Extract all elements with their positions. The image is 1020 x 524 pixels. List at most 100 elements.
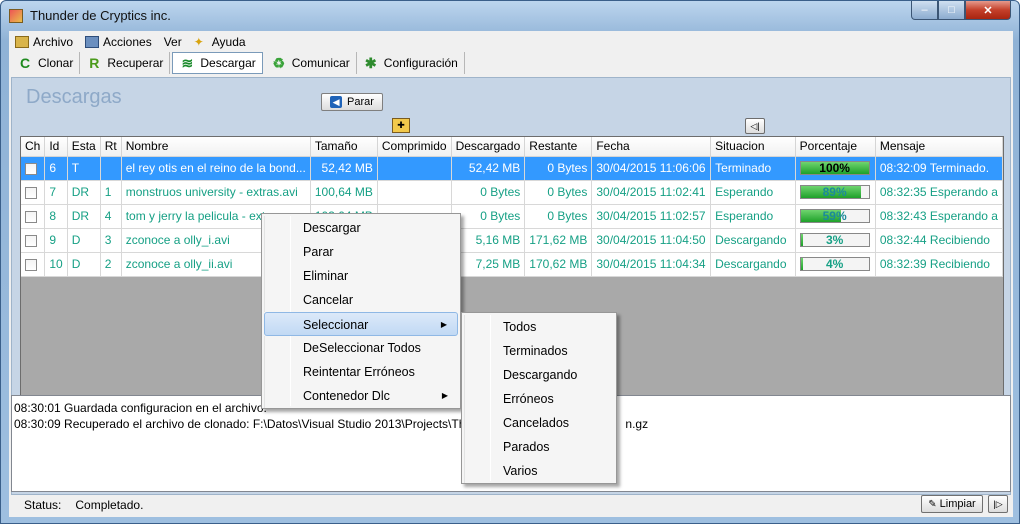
row-checkbox-cell bbox=[21, 180, 46, 205]
clonar-button[interactable]: C Clonar bbox=[11, 52, 81, 74]
col-situacion[interactable]: Situacion bbox=[710, 137, 796, 157]
limpiar-label: Limpiar bbox=[939, 498, 976, 510]
context-item[interactable]: Parar bbox=[264, 240, 458, 264]
cell-situacion: Esperando bbox=[710, 204, 796, 229]
close-button[interactable]: ✕ bbox=[965, 1, 1011, 20]
context-item[interactable]: Seleccionar ▶ bbox=[264, 312, 458, 336]
context-item[interactable]: Contenedor Dlc ▶ bbox=[264, 384, 458, 408]
cell-fecha: 30/04/2015 11:02:41 bbox=[591, 180, 712, 205]
cell-porcentaje: 89% bbox=[795, 180, 876, 205]
cell-porcentaje: 100% bbox=[795, 156, 876, 181]
cell-tamano: 100,64 MB bbox=[310, 180, 378, 205]
cell-mensaje: 08:32:09 Terminado. bbox=[875, 156, 1003, 181]
cell-estado: D bbox=[67, 228, 101, 253]
submenu-item[interactable]: Erróneos bbox=[464, 387, 614, 411]
configuracion-button[interactable]: ✱ Configuración bbox=[357, 52, 465, 74]
cell-situacion: Descargando bbox=[710, 252, 796, 277]
col-nombre[interactable]: Nombre bbox=[121, 137, 311, 157]
recover-icon: R bbox=[89, 55, 100, 71]
progress-bar: 100% bbox=[799, 161, 870, 175]
col-tamano[interactable]: Tamaño bbox=[310, 137, 378, 157]
col-estado[interactable]: Esta bbox=[67, 137, 101, 157]
progress-text: 89% bbox=[822, 185, 847, 199]
col-id[interactable]: Id bbox=[44, 137, 68, 157]
row-checkbox[interactable] bbox=[25, 210, 37, 223]
context-item[interactable]: Cancelar bbox=[264, 288, 458, 312]
recycle-icon: ♻ bbox=[272, 54, 286, 71]
context-item[interactable]: Descargar bbox=[264, 216, 458, 240]
submenu-item[interactable]: Todos bbox=[464, 315, 614, 339]
submenu-item[interactable]: Cancelados bbox=[464, 411, 614, 435]
row-checkbox[interactable] bbox=[25, 258, 37, 271]
row-checkbox-cell bbox=[21, 228, 46, 253]
col-mensaje[interactable]: Mensaje bbox=[875, 137, 1003, 157]
folder-icon[interactable]: ✚ bbox=[392, 118, 410, 133]
menu-ayuda[interactable]: ✦ Ayuda bbox=[188, 34, 252, 50]
cell-porcentaje: 59% bbox=[795, 204, 876, 229]
context-item-label: Parar bbox=[303, 245, 334, 259]
parar-label: Parar bbox=[347, 96, 374, 108]
col-fecha[interactable]: Fecha bbox=[591, 137, 712, 157]
table-row[interactable]: 8DR4tom y jerry la pelicula - extras103,… bbox=[21, 204, 1003, 229]
menu-archivo[interactable]: Archivo bbox=[9, 34, 79, 50]
col-restante[interactable]: Restante bbox=[524, 137, 593, 157]
context-item-label: Descargar bbox=[303, 221, 361, 235]
col-r[interactable]: Rt bbox=[100, 137, 122, 157]
submenu-arrow-icon: ▶ bbox=[441, 391, 448, 400]
cell-restante: 0 Bytes bbox=[524, 180, 593, 205]
parar-button[interactable]: ◀ Parar bbox=[321, 93, 383, 111]
table-row[interactable]: 10 D 2 zconoce a olly_ii.avi 7,25 MB 170,62 M… bbox=[21, 252, 1003, 277]
limpiar-button[interactable]: ✎ Limpiar bbox=[921, 495, 983, 513]
context-item[interactable]: Eliminar bbox=[264, 264, 458, 288]
maximize-button[interactable]: □ bbox=[938, 1, 965, 20]
progress-bar: 4% bbox=[799, 257, 870, 271]
progress-bar: 89% bbox=[799, 185, 870, 199]
expand-icon[interactable]: |▷ bbox=[988, 495, 1008, 513]
menu-acciones[interactable]: Acciones bbox=[79, 34, 158, 50]
cell-mensaje: 08:32:43 Esperando a bbox=[875, 204, 1003, 229]
configuracion-label: Configuración bbox=[383, 56, 458, 70]
cell-id: 10 bbox=[44, 252, 68, 277]
collapse-icon[interactable]: ◁| bbox=[745, 118, 765, 134]
app-window: Thunder de Cryptics inc. – □ ✕ Archivo A… bbox=[0, 0, 1020, 524]
recuperar-button[interactable]: R Recuperar bbox=[80, 52, 171, 74]
submenu-item[interactable]: Parados bbox=[464, 435, 614, 459]
cell-descargado: 0 Bytes bbox=[451, 180, 526, 205]
context-item[interactable]: Reintentar Erróneos bbox=[264, 360, 458, 384]
comunicar-button[interactable]: ♻ Comunicar bbox=[265, 52, 357, 74]
cell-r bbox=[100, 156, 122, 181]
cell-estado: DR bbox=[67, 204, 101, 229]
menu-ver[interactable]: Ver bbox=[158, 34, 188, 50]
submenu-item[interactable]: Varios bbox=[464, 459, 614, 483]
submenu-item[interactable]: Descargando bbox=[464, 363, 614, 387]
window-title: Thunder de Cryptics inc. bbox=[30, 8, 171, 23]
cell-descargado: 0 Bytes bbox=[451, 204, 526, 229]
cell-nombre: monstruos university - extras.avi bbox=[121, 180, 311, 205]
col-comprimido[interactable]: Comprimido bbox=[377, 137, 452, 157]
minimize-button[interactable]: – bbox=[911, 1, 938, 20]
descargar-button[interactable]: ≋ Descargar bbox=[172, 52, 263, 74]
table-row[interactable]: 6 Tel rey otis en el reino de la bond... 5… bbox=[21, 156, 1003, 181]
row-checkbox[interactable] bbox=[25, 234, 37, 247]
context-item[interactable]: DeSeleccionar Todos bbox=[264, 336, 458, 360]
col-ch[interactable]: Ch bbox=[21, 137, 46, 157]
row-checkbox[interactable] bbox=[25, 186, 37, 199]
row-checkbox[interactable] bbox=[25, 162, 37, 175]
cell-id: 6 bbox=[44, 156, 68, 181]
table-row[interactable]: 9 D 3 zconoce a olly_i.avi 5,16 MB 171,62 MB 3… bbox=[21, 228, 1003, 253]
title-bar[interactable]: Thunder de Cryptics inc. – □ ✕ bbox=[1, 1, 1019, 31]
cell-estado: DR bbox=[67, 180, 101, 205]
table-row[interactable]: 7 DR 1 monstruos university - extras.avi 100… bbox=[21, 180, 1003, 205]
cell-r: 1 bbox=[100, 180, 122, 205]
download-icon: ≋ bbox=[181, 54, 194, 71]
row-checkbox-cell bbox=[21, 204, 46, 229]
submenu-item[interactable]: Terminados bbox=[464, 339, 614, 363]
col-porcentaje[interactable]: Porcentaje bbox=[795, 137, 876, 157]
clone-icon: C bbox=[19, 55, 31, 71]
status-value: Completado. bbox=[75, 498, 144, 512]
select-submenu: Todos Terminados Descargando Erróneos Cancel… bbox=[461, 312, 617, 484]
menu-bar: Archivo Acciones Ver ✦ Ayuda bbox=[9, 34, 252, 50]
col-descargado[interactable]: Descargado bbox=[451, 137, 526, 157]
status-label: Status: bbox=[24, 498, 62, 512]
cell-tamano: 52,42 MB bbox=[310, 156, 378, 181]
